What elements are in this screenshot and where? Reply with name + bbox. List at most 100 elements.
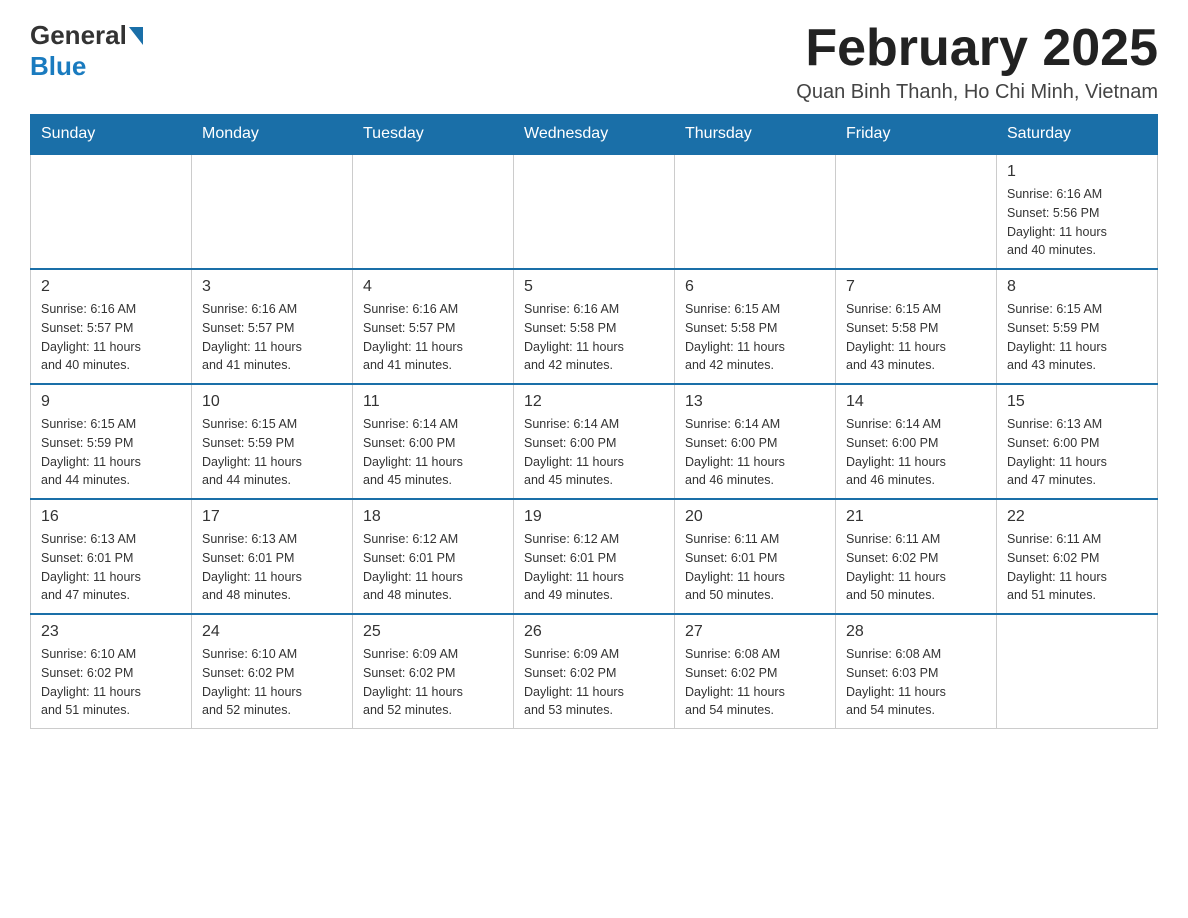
- calendar-week-row: 2 Sunrise: 6:16 AMSunset: 5:57 PMDaylight…: [31, 269, 1158, 384]
- calendar-cell: [997, 614, 1158, 729]
- day-number: 5: [524, 278, 664, 296]
- calendar-week-row: 16 Sunrise: 6:13 AMSunset: 6:01 PMDayligh…: [31, 499, 1158, 614]
- calendar-week-row: 1Sunrise: 6:16 AMSunset: 5:56 PMDaylight…: [31, 154, 1158, 269]
- calendar-cell: [353, 154, 514, 269]
- day-info: Sunrise: 6:13 AMSunset: 6:01 PMDaylight:…: [202, 530, 342, 605]
- day-number: 10: [202, 393, 342, 411]
- day-number: 23: [41, 623, 181, 641]
- day-info: Sunrise: 6:09 AMSunset: 6:02 PMDaylight:…: [363, 645, 503, 720]
- calendar-cell: 24 Sunrise: 6:10 AMSunset: 6:02 PMDayligh…: [192, 614, 353, 729]
- calendar-cell: 8Sunrise: 6:15 AMSunset: 5:59 PMDaylight…: [997, 269, 1158, 384]
- day-number: 3: [202, 278, 342, 296]
- day-info: Sunrise: 6:14 AMSunset: 6:00 PMDaylight:…: [846, 415, 986, 490]
- calendar-day-header: Thursday: [675, 115, 836, 155]
- day-number: 13: [685, 393, 825, 411]
- calendar-cell: 19 Sunrise: 6:12 AMSunset: 6:01 PMDayligh…: [514, 499, 675, 614]
- calendar-cell: 26 Sunrise: 6:09 AMSunset: 6:02 PMDayligh…: [514, 614, 675, 729]
- day-info: Sunrise: 6:16 AMSunset: 5:57 PMDaylight:…: [363, 300, 503, 375]
- day-number: 20: [685, 508, 825, 526]
- day-number: 6: [685, 278, 825, 296]
- day-info: Sunrise: 6:08 AMSunset: 6:02 PMDaylight:…: [685, 645, 825, 720]
- calendar-cell: 2 Sunrise: 6:16 AMSunset: 5:57 PMDaylight…: [31, 269, 192, 384]
- calendar-cell: 6 Sunrise: 6:15 AMSunset: 5:58 PMDaylight…: [675, 269, 836, 384]
- day-info: Sunrise: 6:14 AMSunset: 6:00 PMDaylight:…: [685, 415, 825, 490]
- day-info: Sunrise: 6:11 AMSunset: 6:02 PMDaylight:…: [1007, 530, 1147, 605]
- day-info: Sunrise: 6:15 AMSunset: 5:58 PMDaylight:…: [846, 300, 986, 375]
- day-info: Sunrise: 6:08 AMSunset: 6:03 PMDaylight:…: [846, 645, 986, 720]
- calendar-cell: [514, 154, 675, 269]
- day-info: Sunrise: 6:15 AMSunset: 5:59 PMDaylight:…: [202, 415, 342, 490]
- calendar-cell: 7 Sunrise: 6:15 AMSunset: 5:58 PMDaylight…: [836, 269, 997, 384]
- calendar-cell: 27Sunrise: 6:08 AMSunset: 6:02 PMDayligh…: [675, 614, 836, 729]
- calendar-cell: 17 Sunrise: 6:13 AMSunset: 6:01 PMDayligh…: [192, 499, 353, 614]
- calendar-week-row: 9 Sunrise: 6:15 AMSunset: 5:59 PMDaylight…: [31, 384, 1158, 499]
- calendar-cell: 28 Sunrise: 6:08 AMSunset: 6:03 PMDayligh…: [836, 614, 997, 729]
- day-number: 18: [363, 508, 503, 526]
- day-info: Sunrise: 6:10 AMSunset: 6:02 PMDaylight:…: [41, 645, 181, 720]
- logo: General Blue: [30, 20, 145, 82]
- day-info: Sunrise: 6:13 AMSunset: 6:00 PMDaylight:…: [1007, 415, 1147, 490]
- day-number: 22: [1007, 508, 1147, 526]
- day-number: 12: [524, 393, 664, 411]
- calendar-cell: 22 Sunrise: 6:11 AMSunset: 6:02 PMDayligh…: [997, 499, 1158, 614]
- calendar-day-header: Saturday: [997, 115, 1158, 155]
- day-number: 24: [202, 623, 342, 641]
- day-info: Sunrise: 6:15 AMSunset: 5:59 PMDaylight:…: [1007, 300, 1147, 375]
- day-info: Sunrise: 6:13 AMSunset: 6:01 PMDaylight:…: [41, 530, 181, 605]
- page-title: February 2025: [796, 20, 1158, 77]
- day-info: Sunrise: 6:11 AMSunset: 6:01 PMDaylight:…: [685, 530, 825, 605]
- calendar-cell: 14 Sunrise: 6:14 AMSunset: 6:00 PMDayligh…: [836, 384, 997, 499]
- day-number: 2: [41, 278, 181, 296]
- calendar-cell: 13 Sunrise: 6:14 AMSunset: 6:00 PMDayligh…: [675, 384, 836, 499]
- day-number: 14: [846, 393, 986, 411]
- day-info: Sunrise: 6:16 AMSunset: 5:58 PMDaylight:…: [524, 300, 664, 375]
- calendar-cell: 23 Sunrise: 6:10 AMSunset: 6:02 PMDayligh…: [31, 614, 192, 729]
- day-number: 21: [846, 508, 986, 526]
- calendar-cell: 25 Sunrise: 6:09 AMSunset: 6:02 PMDayligh…: [353, 614, 514, 729]
- calendar-cell: 18 Sunrise: 6:12 AMSunset: 6:01 PMDayligh…: [353, 499, 514, 614]
- day-number: 17: [202, 508, 342, 526]
- calendar-table: SundayMondayTuesdayWednesdayThursdayFrid…: [30, 114, 1158, 729]
- day-info: Sunrise: 6:11 AMSunset: 6:02 PMDaylight:…: [846, 530, 986, 605]
- page-header: General Blue February 2025 Quan Binh Tha…: [30, 20, 1158, 104]
- day-number: 26: [524, 623, 664, 641]
- day-number: 7: [846, 278, 986, 296]
- calendar-cell: 16 Sunrise: 6:13 AMSunset: 6:01 PMDayligh…: [31, 499, 192, 614]
- day-number: 15: [1007, 393, 1147, 411]
- logo-blue-text: Blue: [30, 51, 86, 81]
- calendar-cell: [192, 154, 353, 269]
- calendar-cell: 5 Sunrise: 6:16 AMSunset: 5:58 PMDaylight…: [514, 269, 675, 384]
- calendar-day-header: Sunday: [31, 115, 192, 155]
- day-info: Sunrise: 6:15 AMSunset: 5:58 PMDaylight:…: [685, 300, 825, 375]
- day-number: 16: [41, 508, 181, 526]
- day-info: Sunrise: 6:10 AMSunset: 6:02 PMDaylight:…: [202, 645, 342, 720]
- day-info: Sunrise: 6:09 AMSunset: 6:02 PMDaylight:…: [524, 645, 664, 720]
- calendar-cell: 15 Sunrise: 6:13 AMSunset: 6:00 PMDayligh…: [997, 384, 1158, 499]
- day-number: 9: [41, 393, 181, 411]
- logo-general-text: General: [30, 20, 127, 51]
- calendar-cell: 11 Sunrise: 6:14 AMSunset: 6:00 PMDayligh…: [353, 384, 514, 499]
- day-info: Sunrise: 6:16 AMSunset: 5:57 PMDaylight:…: [41, 300, 181, 375]
- calendar-cell: [675, 154, 836, 269]
- calendar-cell: 3Sunrise: 6:16 AMSunset: 5:57 PMDaylight…: [192, 269, 353, 384]
- calendar-cell: [836, 154, 997, 269]
- day-number: 19: [524, 508, 664, 526]
- day-info: Sunrise: 6:12 AMSunset: 6:01 PMDaylight:…: [363, 530, 503, 605]
- calendar-cell: 12Sunrise: 6:14 AMSunset: 6:00 PMDayligh…: [514, 384, 675, 499]
- logo-arrow-icon: [129, 27, 143, 45]
- calendar-cell: [31, 154, 192, 269]
- calendar-week-row: 23 Sunrise: 6:10 AMSunset: 6:02 PMDayligh…: [31, 614, 1158, 729]
- day-number: 28: [846, 623, 986, 641]
- calendar-cell: 1Sunrise: 6:16 AMSunset: 5:56 PMDaylight…: [997, 154, 1158, 269]
- day-number: 1: [1007, 163, 1147, 181]
- calendar-cell: 10 Sunrise: 6:15 AMSunset: 5:59 PMDayligh…: [192, 384, 353, 499]
- calendar-cell: 21 Sunrise: 6:11 AMSunset: 6:02 PMDayligh…: [836, 499, 997, 614]
- day-number: 11: [363, 393, 503, 411]
- calendar-cell: 9 Sunrise: 6:15 AMSunset: 5:59 PMDaylight…: [31, 384, 192, 499]
- day-number: 25: [363, 623, 503, 641]
- day-info: Sunrise: 6:12 AMSunset: 6:01 PMDaylight:…: [524, 530, 664, 605]
- day-info: Sunrise: 6:15 AMSunset: 5:59 PMDaylight:…: [41, 415, 181, 490]
- day-info: Sunrise: 6:14 AMSunset: 6:00 PMDaylight:…: [363, 415, 503, 490]
- calendar-day-header: Friday: [836, 115, 997, 155]
- page-subtitle: Quan Binh Thanh, Ho Chi Minh, Vietnam: [796, 81, 1158, 104]
